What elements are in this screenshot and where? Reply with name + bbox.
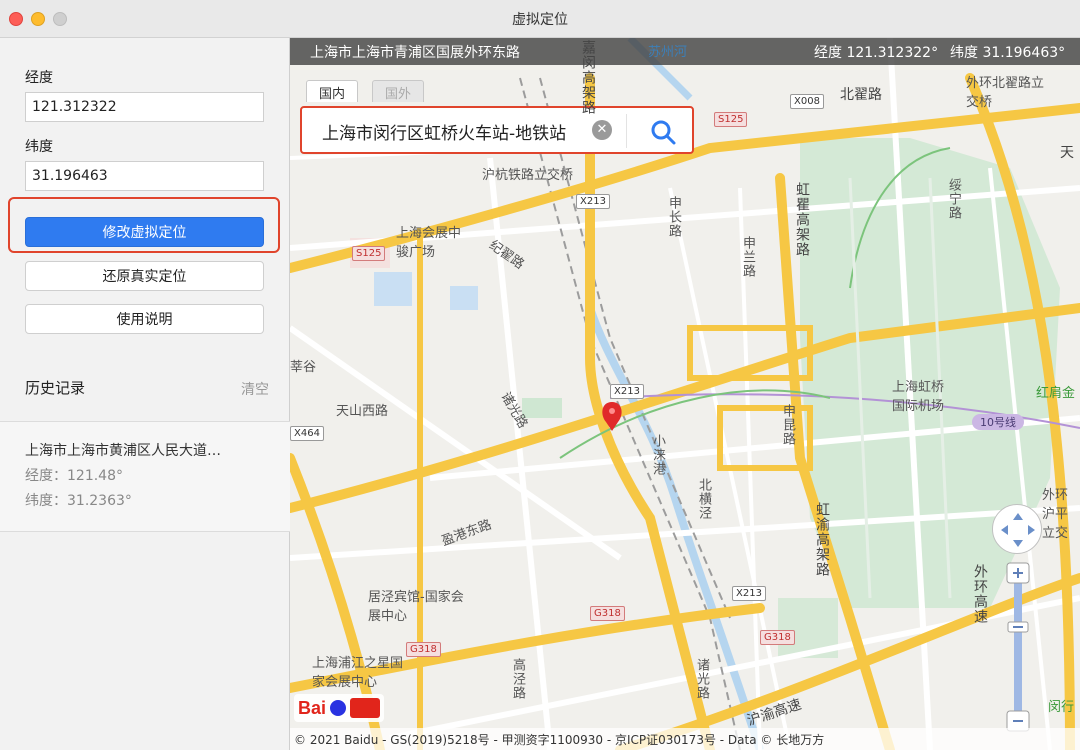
window-title: 虚拟定位 <box>512 12 568 28</box>
history-list: 上海市上海市黄浦区人民大道… 经度：121.48° 纬度：31.2363° <box>0 422 290 532</box>
map-label: 沪杭铁路立交桥 <box>482 168 574 183</box>
map-label: 莘谷 <box>290 360 317 375</box>
road-shield: S125 <box>714 112 748 127</box>
modify-location-button[interactable]: 修改虚拟定位 <box>25 217 264 247</box>
map-label: 外环沪平立交 <box>1042 488 1069 541</box>
history-address: 上海市上海市黄浦区人民大道… <box>25 443 221 459</box>
map-label: 外环高速 <box>972 564 988 624</box>
help-button[interactable]: 使用说明 <box>25 304 264 334</box>
restore-location-button[interactable]: 还原真实定位 <box>25 261 264 291</box>
road-shield: X213 <box>610 384 644 399</box>
map-label: 申昆路 <box>780 404 795 446</box>
current-address: 上海市上海市青浦区国展外环东路 <box>310 45 520 61</box>
map-label: 上海浦江之星国家会展中心 <box>312 656 404 690</box>
road-shield: X464 <box>290 426 324 441</box>
longitude-input[interactable] <box>25 92 264 122</box>
history-title: 历史记录 <box>25 379 86 397</box>
map-label: 北翟路 <box>840 87 882 103</box>
pan-arrows-icon <box>1001 513 1035 547</box>
history-longitude: 经度：121.48° <box>25 468 123 484</box>
map-label: 苏州河 <box>648 45 688 60</box>
map-label: 虹瞿高架路 <box>794 182 810 257</box>
latitude-readout: 纬度 31.196463° <box>950 45 1066 61</box>
longitude-label: 经度 <box>25 70 53 86</box>
road-shield: S125 <box>352 246 386 261</box>
road-shield: G318 <box>590 606 625 621</box>
search-icon[interactable] <box>648 117 678 147</box>
road-shield: X213 <box>732 586 766 601</box>
map-label: 嘉闵高架路 <box>580 40 596 115</box>
divider <box>0 531 290 532</box>
baidu-logo: Bai <box>294 694 384 722</box>
road-shield: G318 <box>406 642 441 657</box>
map-label: 申长路 <box>666 196 681 238</box>
map-label: 虹渝高架路 <box>814 502 830 577</box>
map-label: 天 <box>1060 145 1074 161</box>
clear-history-button[interactable]: 清空 <box>241 379 269 399</box>
latitude-label: 纬度 <box>25 139 53 155</box>
map-label: 上海虹桥国际机场 <box>891 380 944 414</box>
svg-text:Bai: Bai <box>298 698 326 718</box>
map-label: 申兰路 <box>740 236 755 278</box>
latitude-input[interactable] <box>25 161 264 191</box>
search-box: 上海市闵行区虹桥火车站-地铁站 ✕ <box>300 106 694 154</box>
map-label: 高泾路 <box>510 658 525 700</box>
map-label: 天山西路 <box>336 404 389 419</box>
longitude-readout: 经度 121.312322° <box>814 45 939 61</box>
map-label: 外环北翟路立交桥 <box>966 76 1045 110</box>
side-panel: 经度 纬度 修改虚拟定位 还原真实定位 使用说明 历史记录 清空 上海市上海市黄… <box>0 38 290 750</box>
tab-overseas[interactable]: 国外 <box>372 80 425 102</box>
map-label: 北横泾 <box>696 478 711 520</box>
map-view[interactable]: 上海市上海市青浦区国展外环东路 经度 121.312322° 纬度 31.196… <box>290 38 1080 750</box>
pan-control[interactable] <box>992 504 1042 554</box>
map-label: 10号线 <box>972 414 1024 430</box>
road-shield: X008 <box>790 94 824 109</box>
map-label: 上海会展中骏广场 <box>396 226 462 260</box>
zoom-slider[interactable] <box>1006 562 1030 732</box>
road-shield: G318 <box>760 630 795 645</box>
search-input[interactable]: 上海市闵行区虹桥火车站-地铁站 <box>322 119 566 144</box>
title-bar: 虚拟定位 <box>0 0 1080 38</box>
tab-domestic[interactable]: 国内 <box>306 80 359 102</box>
map-label: 居泾宾馆-国家会展中心 <box>368 590 464 624</box>
road-shield: X213 <box>576 194 610 209</box>
history-latitude: 纬度：31.2363° <box>25 493 132 509</box>
clear-search-icon[interactable]: ✕ <box>592 120 612 140</box>
map-label: 闵行 <box>1048 700 1075 715</box>
map-label: 诸光路 <box>694 658 709 700</box>
map-label: 小涞港 <box>650 434 665 476</box>
map-copyright: © 2021 Baidu - GS(2019)5218号 - 甲测资字11009… <box>290 728 1080 750</box>
divider <box>626 114 627 148</box>
map-label: 绥宁路 <box>946 178 961 220</box>
map-label: 红肩金 <box>1036 386 1076 401</box>
